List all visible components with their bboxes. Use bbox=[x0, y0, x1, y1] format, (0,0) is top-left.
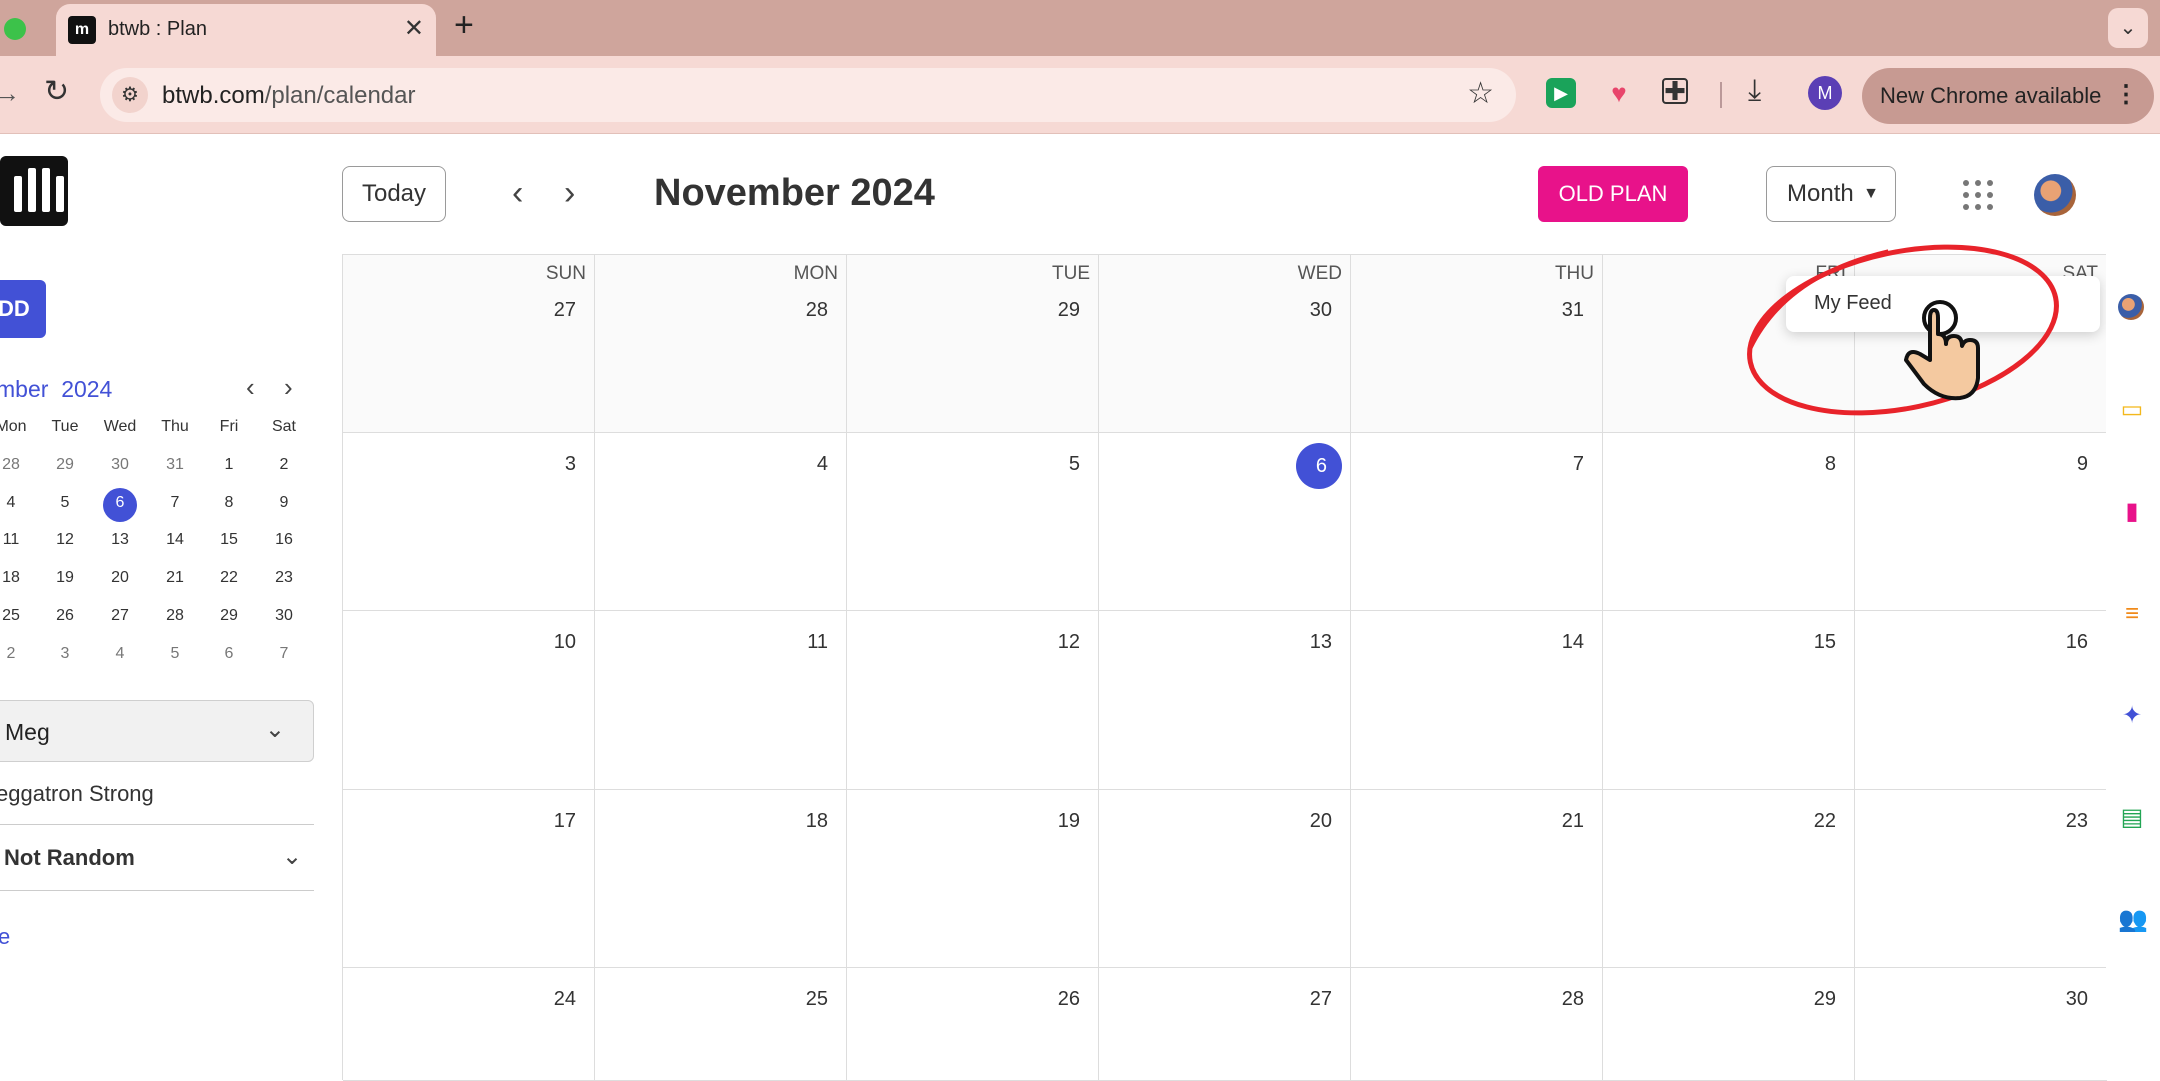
bookmark-icon[interactable]: ▮ bbox=[2118, 498, 2146, 526]
notes-icon[interactable]: ▤ bbox=[2118, 804, 2146, 832]
side-panel-avatar[interactable] bbox=[2118, 294, 2144, 320]
playlist-add-icon[interactable]: ≡ bbox=[2118, 600, 2146, 628]
search-icon[interactable]: ▭ bbox=[2118, 396, 2146, 424]
people-icon[interactable]: 👥 bbox=[2118, 906, 2148, 934]
right-side-panel: ▭ ▮ ≡ ✦ ▤ 👥 bbox=[2106, 254, 2160, 1080]
sparkle-icon[interactable]: ✦ bbox=[2118, 702, 2146, 730]
pointer-hand-icon bbox=[1904, 300, 1980, 401]
